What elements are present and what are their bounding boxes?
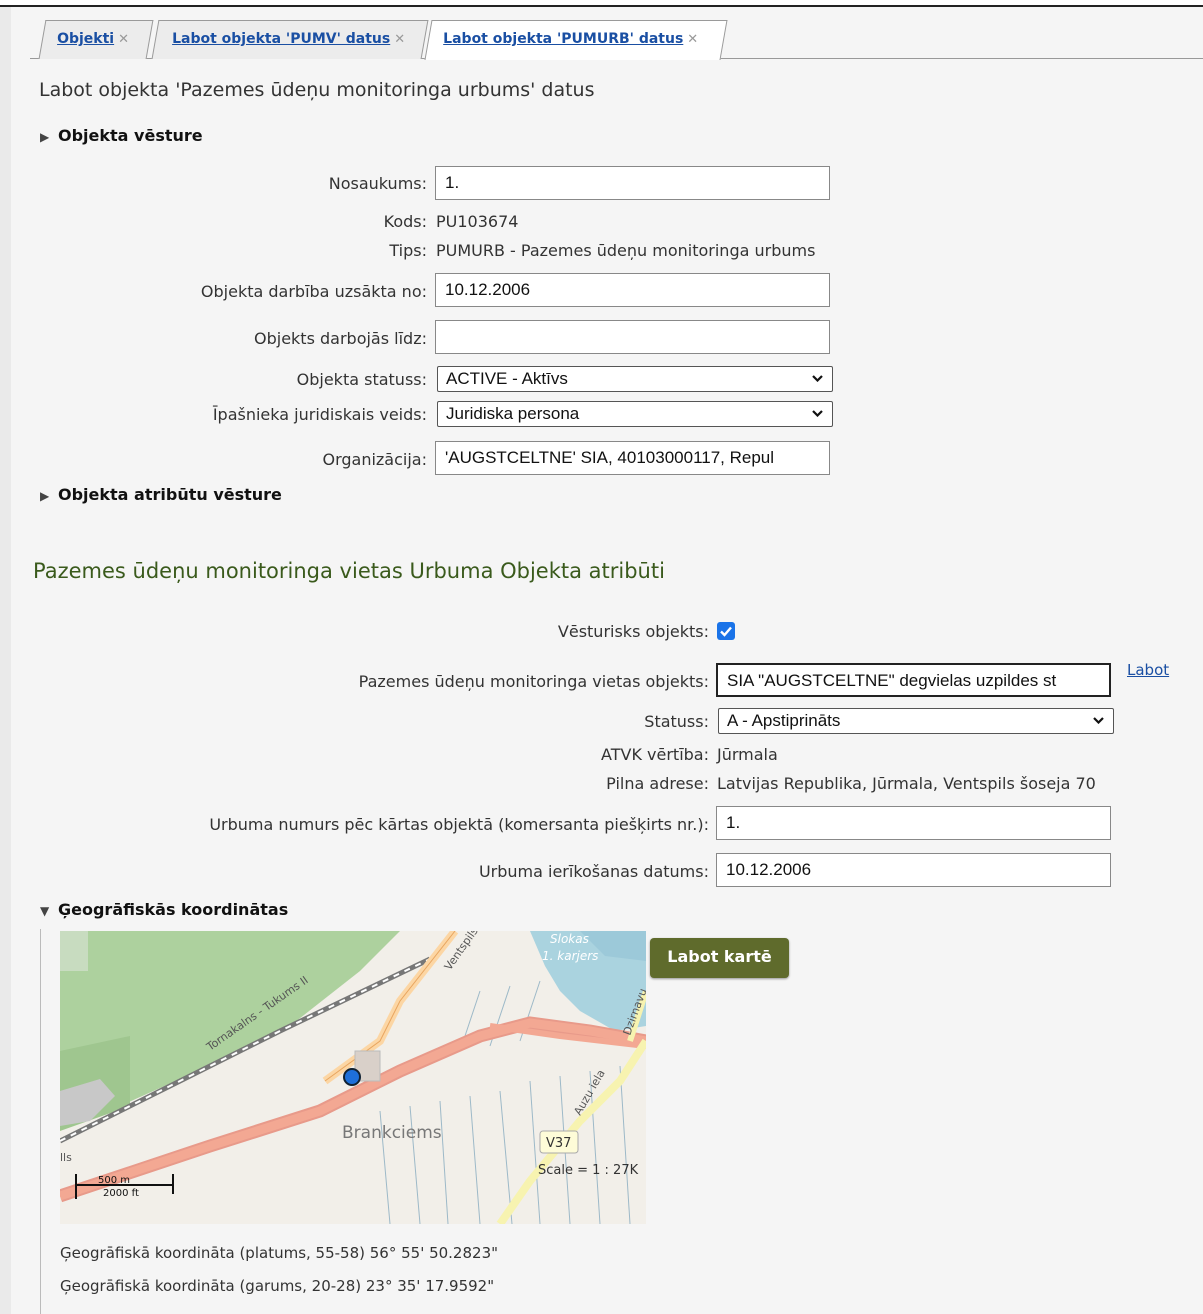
code-value: PU103674 [436, 212, 519, 231]
owner-type-label: Īpašnieka juridiskais veids: [212, 405, 427, 424]
triangle-down-icon: ▼ [40, 904, 50, 918]
chevron-down-icon [812, 410, 823, 417]
edit-on-map-button[interactable]: Labot kartē [650, 938, 789, 978]
start-date-input[interactable]: 10.12.2006 [435, 273, 830, 307]
svg-text:lls: lls [60, 1151, 72, 1164]
organization-input[interactable]: 'AUGSTCELTNE' SIA, 40103000117, Repul [435, 441, 830, 475]
well-number-input[interactable]: 1. [716, 806, 1111, 840]
checkmark-icon [720, 626, 732, 637]
latitude-text: Ģeogrāfiskā koordināta (platums, 55-58) … [60, 1244, 499, 1262]
organization-label: Organizācija: [322, 450, 427, 469]
geo-coords-toggle[interactable]: ▼ Ģeogrāfiskās koordinātas [40, 900, 288, 919]
chevron-down-icon [1093, 717, 1104, 724]
site-object-input[interactable]: SIA "AUGSTCELTNE" degvielas uzpildes st [716, 663, 1111, 697]
address-value: Latvijas Republika, Jūrmala, Ventspils š… [717, 774, 1096, 793]
triangle-right-icon: ▶ [40, 489, 50, 503]
site-object-label: Pazemes ūdeņu monitoringa vietas objekts… [358, 672, 709, 691]
triangle-right-icon: ▶ [40, 130, 50, 144]
attr-status-select[interactable]: A - Apstiprināts [718, 708, 1114, 734]
tab-labot-pumv[interactable]: Labot objekta 'PUMV' datus ✕ [151, 20, 429, 59]
attr-history-toggle[interactable]: ▶ Objekta atribūtu vēsture [40, 485, 282, 504]
map-view[interactable]: Slokas 1. karjers Brankciems V37 Scale =… [60, 931, 646, 1224]
atvk-value: Jūrmala [717, 745, 778, 764]
tab-objekti[interactable]: Objekti ✕ [38, 20, 154, 59]
tab-labot-pumurb[interactable]: Labot objekta 'PUMURB' datus ✕ [424, 20, 728, 60]
object-history-toggle[interactable]: ▶ Objekta vēsture [40, 126, 203, 145]
left-gutter [0, 7, 11, 1314]
historic-checkbox[interactable] [717, 622, 735, 640]
tab-bar: Objekti ✕ Labot objekta 'PUMV' datus ✕ Lab… [30, 14, 1203, 60]
code-label: Kods: [383, 212, 427, 231]
historic-label: Vēsturisks objekts: [557, 622, 709, 641]
close-icon[interactable]: ✕ [687, 32, 698, 47]
longitude-text: Ģeogrāfiskā koordināta (garums, 20-28) 2… [60, 1277, 495, 1295]
object-status-label: Objekta statuss: [296, 370, 427, 389]
svg-text:Slokas: Slokas [550, 932, 589, 946]
name-input[interactable]: 1. [435, 166, 830, 200]
type-label: Tips: [389, 241, 427, 260]
svg-text:500 m: 500 m [98, 1175, 130, 1186]
tab-pumurb-label[interactable]: Labot objekta 'PUMURB' datus [443, 31, 683, 47]
address-label: Pilna adrese: [606, 774, 709, 793]
type-value: PUMURB - Pazemes ūdeņu monitoringa urbum… [436, 241, 816, 260]
end-date-label: Objekts darbojās līdz: [254, 329, 427, 348]
tab-pumv-label[interactable]: Labot objekta 'PUMV' datus [172, 31, 390, 47]
page-title: Labot objekta 'Pazemes ūdeņu monitoringa… [39, 79, 595, 101]
well-date-label: Urbuma ierīkošanas datums: [478, 862, 709, 881]
object-status-select[interactable]: ACTIVE - Aktīvs [437, 366, 833, 392]
tab-objekti-label[interactable]: Objekti [57, 31, 114, 47]
svg-text:Scale = 1 : 27K: Scale = 1 : 27K [538, 1163, 639, 1178]
end-date-input[interactable] [435, 320, 830, 354]
svg-text:2000 ft: 2000 ft [103, 1188, 139, 1199]
attr-status-label: Statuss: [644, 712, 709, 731]
close-icon[interactable]: ✕ [118, 32, 129, 47]
svg-text:1. karjers: 1. karjers [542, 949, 598, 963]
owner-type-select[interactable]: Juridiska persona [437, 401, 833, 427]
atvk-label: ATVK vērtība: [601, 745, 709, 764]
svg-text:V37: V37 [546, 1136, 571, 1151]
chevron-down-icon [812, 375, 823, 382]
map-canvas: Slokas 1. karjers Brankciems V37 Scale =… [60, 931, 646, 1224]
well-number-label: Urbuma numurs pēc kārtas objektā (komers… [209, 815, 709, 834]
start-date-label: Objekta darbība uzsākta no: [200, 282, 427, 301]
well-date-input[interactable]: 10.12.2006 [716, 853, 1111, 887]
section-title: Pazemes ūdeņu monitoringa vietas Urbuma … [33, 559, 665, 583]
site-edit-link[interactable]: Labot [1127, 661, 1169, 679]
location-marker-icon [343, 1068, 361, 1086]
geo-section-border [40, 929, 41, 1314]
svg-text:Brankciems: Brankciems [342, 1123, 442, 1143]
close-icon[interactable]: ✕ [394, 32, 405, 47]
name-label: Nosaukums: [328, 174, 427, 193]
